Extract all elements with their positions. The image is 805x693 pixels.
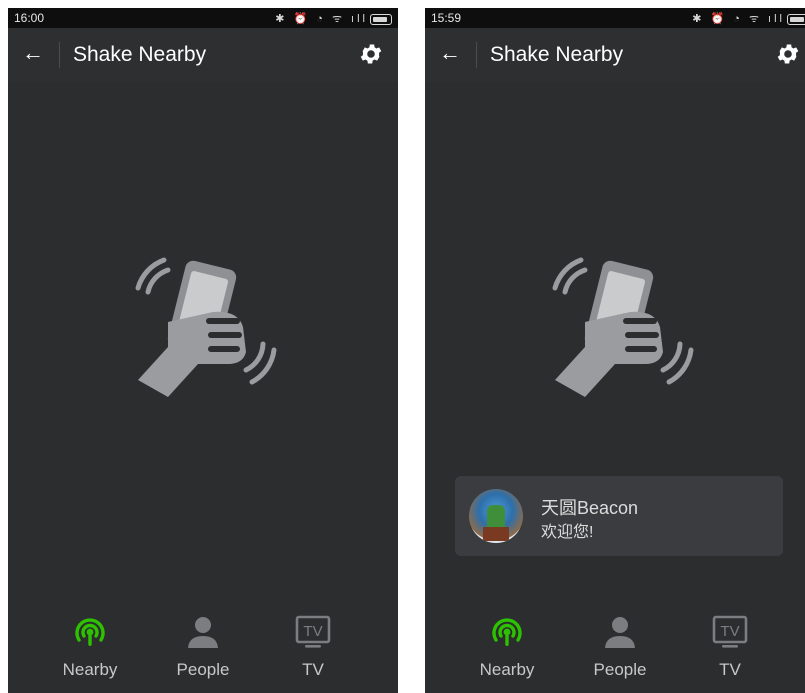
- beacon-avatar: [469, 489, 523, 543]
- status-bar: 15:59 ✱ ⏰ ◔ ᯤ ıll: [425, 8, 805, 28]
- person-icon: [605, 617, 635, 648]
- svg-text:TV: TV: [720, 623, 739, 640]
- back-arrow-icon[interactable]: ←: [439, 38, 465, 68]
- battery-icon: [787, 13, 805, 25]
- tab-people[interactable]: People: [565, 608, 675, 688]
- tab-label: Nearby: [62, 660, 118, 679]
- notification-subtitle: 欢迎您!: [541, 524, 594, 541]
- status-icons: ✱ ⏰ ◔ ᯤ ıll: [692, 11, 805, 26]
- back-arrow-icon[interactable]: ←: [22, 38, 48, 68]
- tab-nearby[interactable]: Nearby: [452, 608, 562, 688]
- status-time: 15:59: [431, 11, 462, 25]
- tv-icon: TV: [295, 615, 331, 648]
- nearby-signal-icon: [492, 618, 522, 646]
- status-icons: ✱ ⏰ ◔ ᯤ ıll: [275, 11, 392, 26]
- shake-hand-phone-icon[interactable]: [128, 252, 278, 402]
- page-title: Shake Nearby: [73, 43, 207, 66]
- battery-icon: [370, 13, 392, 25]
- tab-people[interactable]: People: [148, 608, 258, 688]
- tab-label: Nearby: [479, 660, 535, 679]
- shake-area[interactable]: [8, 82, 398, 602]
- page-title: Shake Nearby: [490, 43, 624, 66]
- tab-label: TV: [719, 660, 741, 679]
- bottom-tab-bar: Nearby People TV TV: [425, 602, 805, 693]
- person-icon: [188, 617, 218, 648]
- top-bar: ← Shake Nearby: [8, 28, 398, 82]
- shake-hand-phone-icon[interactable]: [545, 252, 695, 402]
- status-time: 16:00: [14, 11, 45, 25]
- tab-label: TV: [302, 660, 324, 679]
- status-bar: 16:00 ✱ ⏰ ◔ ᯤ ıll: [8, 8, 398, 28]
- gear-icon[interactable]: [358, 41, 384, 67]
- phone-screen-left: 16:00 ✱ ⏰ ◔ ᯤ ıll ← Shake Nearby Nearby …: [8, 8, 398, 693]
- beacon-notification-card[interactable]: 天圆Beacon 欢迎您!: [455, 476, 783, 556]
- notification-title: 天圆Beacon: [541, 498, 639, 518]
- top-bar: ← Shake Nearby: [425, 28, 805, 82]
- nearby-signal-icon: [75, 618, 105, 646]
- tab-label: People: [176, 660, 230, 679]
- tab-nearby[interactable]: Nearby: [35, 608, 145, 688]
- tab-tv[interactable]: TV TV: [258, 608, 368, 688]
- gear-icon[interactable]: [775, 41, 801, 67]
- svg-text:TV: TV: [303, 623, 322, 640]
- tab-tv[interactable]: TV TV: [675, 608, 785, 688]
- tv-icon: TV: [712, 615, 748, 648]
- bottom-tab-bar: Nearby People TV TV: [8, 602, 398, 693]
- tab-label: People: [593, 660, 647, 679]
- shake-area[interactable]: 天圆Beacon 欢迎您!: [425, 82, 805, 602]
- phone-screen-right: 15:59 ✱ ⏰ ◔ ᯤ ıll ← Shake Nearby 天圆Beaco…: [425, 8, 805, 693]
- divider: [476, 42, 477, 68]
- divider: [59, 42, 60, 68]
